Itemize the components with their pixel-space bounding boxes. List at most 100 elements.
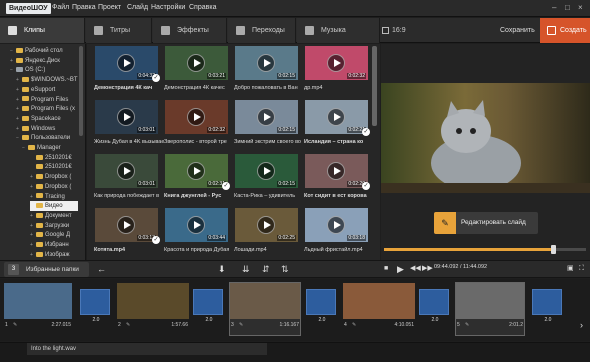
menu-file[interactable]: Файл	[52, 4, 69, 11]
video-thumbnail[interactable]: 0:04:32	[95, 46, 158, 80]
tab-clips[interactable]: Клипы	[0, 18, 85, 43]
play-icon[interactable]	[187, 108, 205, 126]
tree-item[interactable]: + Загрузки	[30, 221, 78, 231]
tree-item[interactable]: − Пользователи	[16, 133, 78, 143]
preview-scrubber[interactable]	[384, 245, 586, 254]
timeline-slide[interactable]: 5 ✎ 2:01.2	[455, 282, 525, 336]
close-icon[interactable]: ×	[578, 3, 583, 12]
video-thumbnail[interactable]: 0:03:18	[305, 208, 368, 242]
maximize-icon[interactable]: □	[565, 3, 570, 12]
tree-item[interactable]: + Program Files	[16, 95, 78, 105]
tree-item[interactable]: − Manager	[22, 143, 78, 153]
favorite-folders-tab[interactable]: 3 Избранные папки	[4, 262, 89, 277]
sort-icon[interactable]: ⇅	[281, 262, 289, 276]
transition-tile[interactable]: 2.0	[306, 289, 336, 323]
play-icon[interactable]	[187, 162, 205, 180]
tree-item[interactable]: + Tracing	[30, 192, 78, 202]
transition-tile[interactable]: 2.0	[419, 289, 449, 323]
tree-item[interactable]: + Spacekace	[16, 114, 78, 124]
play-icon[interactable]	[117, 216, 135, 234]
pencil-icon[interactable]: ✎	[13, 322, 17, 328]
video-thumbnail[interactable]: 0:02:25	[235, 208, 298, 242]
tree-item[interactable]: Видео	[30, 201, 78, 212]
video-thumbnail[interactable]: 0:02:32	[165, 100, 228, 134]
play-icon[interactable]: ▶	[397, 262, 404, 276]
minimize-icon[interactable]: –	[552, 3, 556, 12]
video-thumbnail[interactable]: 0:02:15	[235, 100, 298, 134]
tree-item[interactable]: + Документ	[30, 211, 78, 221]
tree-scrollbar[interactable]	[79, 46, 83, 136]
play-icon[interactable]	[327, 108, 345, 126]
rewind-icon[interactable]: ◀◀	[410, 262, 421, 276]
timeline-slide[interactable]: 2 ✎ 1:57.66	[117, 283, 189, 335]
save-button[interactable]: Сохранить	[500, 18, 535, 43]
video-thumbnail[interactable]: 0:02:32	[305, 46, 368, 80]
pencil-icon[interactable]: ✎	[465, 322, 469, 328]
play-icon[interactable]	[117, 54, 135, 72]
pencil-icon[interactable]: ✎	[239, 322, 243, 328]
transition-tile[interactable]: 2.0	[532, 289, 562, 323]
scrubber-handle[interactable]	[551, 245, 556, 254]
play-icon[interactable]	[327, 216, 345, 234]
menu-settings[interactable]: Настройки	[151, 4, 185, 11]
tree-item[interactable]: + $WINDOWS.~BT	[16, 75, 78, 85]
stop-icon[interactable]: ■	[384, 262, 388, 276]
tree-item[interactable]: + Google Д	[30, 230, 78, 240]
play-icon[interactable]	[187, 54, 205, 72]
play-icon[interactable]	[257, 54, 275, 72]
tree-item[interactable]: + Program Files (x	[16, 104, 78, 114]
play-icon[interactable]	[257, 162, 275, 180]
create-button[interactable]: Создать	[540, 18, 590, 43]
tree-item[interactable]: + Dropbox (	[30, 172, 78, 182]
menu-slide[interactable]: Слайд	[127, 4, 148, 11]
play-icon[interactable]	[327, 162, 345, 180]
tree-item[interactable]: − Рабочий стол	[10, 46, 78, 56]
edit-slide-button[interactable]: ✎ Редактировать слайд	[434, 212, 538, 234]
play-icon[interactable]	[327, 54, 345, 72]
menu-project[interactable]: Проект	[98, 4, 121, 11]
tab-transitions[interactable]: Переходы	[228, 18, 296, 43]
video-thumbnail[interactable]: 0:03:01	[95, 100, 158, 134]
play-icon[interactable]	[187, 216, 205, 234]
video-thumbnail[interactable]: 0:02:31	[165, 154, 228, 188]
tree-item[interactable]: 2510201€	[30, 162, 78, 172]
video-thumbnail[interactable]: 0:03:13	[95, 208, 158, 242]
timeline-slide[interactable]: 1 ✎ 2:27.015	[4, 283, 72, 335]
forward-icon[interactable]: ▶▶	[422, 262, 433, 276]
files-scrollbar[interactable]	[372, 46, 377, 126]
video-thumbnail[interactable]: 0:02:20	[305, 154, 368, 188]
pencil-icon[interactable]: ✎	[352, 322, 356, 328]
fullscreen-icon[interactable]: ⛶	[579, 262, 584, 276]
video-thumbnail[interactable]: 0:02:15	[235, 154, 298, 188]
tree-item[interactable]: + eSupport	[16, 85, 78, 95]
tree-item[interactable]: + Windows	[16, 124, 78, 134]
tree-item[interactable]: − OS (C:)	[10, 65, 78, 75]
aspect-ratio-selector[interactable]: 16:9	[392, 18, 406, 43]
tree-item[interactable]: + Избранн	[30, 240, 78, 250]
video-thumbnail[interactable]: 0:02:21	[305, 100, 368, 134]
tree-item[interactable]: + Яндекс.Диск	[10, 56, 78, 66]
menu-help[interactable]: Справка	[189, 4, 216, 11]
transition-tile[interactable]: 2.0	[80, 289, 110, 323]
back-arrow-icon[interactable]: ←	[97, 262, 106, 276]
video-thumbnail[interactable]: 0:03:21	[165, 46, 228, 80]
tree-item[interactable]: 2510201€	[30, 153, 78, 163]
tree-item[interactable]: + Dropbox (	[30, 182, 78, 192]
transition-tile[interactable]: 2.0	[193, 289, 223, 323]
play-icon[interactable]	[257, 216, 275, 234]
tab-effects[interactable]: Эффекты	[153, 18, 227, 43]
video-thumbnail[interactable]: 0:02:15	[235, 46, 298, 80]
add-down-icon[interactable]: ⬇	[218, 262, 226, 276]
pencil-icon[interactable]: ✎	[126, 322, 130, 328]
shuffle-icon[interactable]: ⇵	[262, 262, 270, 276]
play-icon[interactable]	[257, 108, 275, 126]
play-icon[interactable]	[117, 162, 135, 180]
timeline-slide[interactable]: 4 ✎ 4:10.051	[343, 283, 415, 335]
tab-music[interactable]: Музыка	[297, 18, 380, 43]
camera-icon[interactable]: ▣	[567, 262, 574, 276]
tree-item[interactable]: + Изображ	[30, 250, 78, 260]
scroll-right-icon[interactable]: ›	[580, 320, 583, 330]
timeline-slide[interactable]: 3 ✎ 1:16.167	[229, 282, 301, 336]
video-thumbnail[interactable]: 0:03:44	[165, 208, 228, 242]
menu-edit[interactable]: Правка	[72, 4, 96, 11]
